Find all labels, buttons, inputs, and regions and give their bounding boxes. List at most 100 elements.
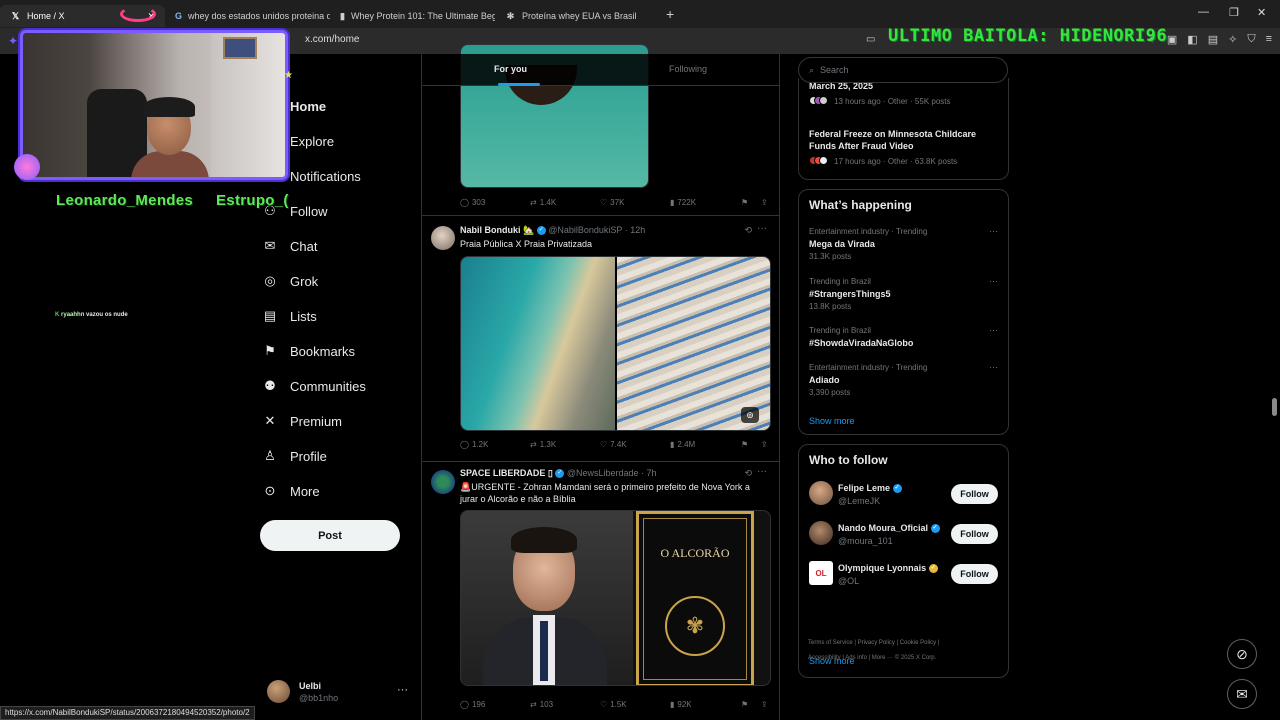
repost-icon: ⇄ (530, 198, 537, 207)
repost-button[interactable]: ⇄ 1.4K (530, 198, 556, 207)
tab-search-icon[interactable]: ▣ (1167, 33, 1177, 46)
media-grok-icon[interactable]: ⊚ (741, 407, 759, 423)
nav-item-more[interactable]: ⊙ More (262, 479, 412, 503)
share-icon: ⇪ (761, 198, 768, 207)
share-button[interactable]: ⇪ (761, 700, 768, 709)
nav-item-lists[interactable]: ▤ Lists (262, 304, 412, 328)
more-dots-icon[interactable]: ··· (989, 325, 998, 335)
nav-item-premium[interactable]: ✕ Premium (262, 409, 412, 433)
tab-for-you[interactable]: For you (494, 64, 527, 74)
tweet-header: SPACE LIBERDADE ▯ ✓ @NewsLiberdade · 7h (460, 468, 657, 479)
follow-button[interactable]: Follow (951, 564, 998, 584)
more-dots-icon[interactable]: ··· (757, 223, 767, 234)
avatar[interactable] (809, 481, 833, 505)
news-avatars (809, 96, 828, 107)
like-button[interactable]: ♡ 1.5K (600, 700, 627, 709)
minimize-icon[interactable]: — (1198, 6, 1209, 18)
nav-item-grok[interactable]: ◎ Grok (262, 269, 412, 293)
show-more-link[interactable]: Show more (809, 416, 855, 426)
account-switcher[interactable]: Uelbi @bb1nho ··· (267, 680, 412, 706)
restore-icon[interactable]: ❐ (1229, 6, 1239, 19)
views-button[interactable]: ▮ 92K (670, 700, 692, 709)
more-dots-icon[interactable]: ··· (989, 362, 998, 372)
tweet[interactable]: SPACE LIBERDADE ▯ ✓ @NewsLiberdade · 7h … (422, 462, 779, 720)
avatar[interactable] (431, 226, 455, 250)
bookmark-button[interactable]: ⚑ (741, 700, 748, 709)
views-button[interactable]: ▮ 722K (670, 198, 696, 207)
grok-icon[interactable]: ⟲ (744, 225, 752, 236)
news-title[interactable]: Federal Freeze on Minnesota Childcare Fu… (809, 128, 989, 152)
share-button[interactable]: ⇪ (761, 440, 768, 449)
tweet-author-handle[interactable]: @NabilBondukiSP (548, 225, 622, 235)
tweet-author-name[interactable]: SPACE LIBERDADE ▯ (460, 468, 553, 478)
sparkle-icon: ✦ (8, 34, 19, 48)
new-tab-plus-icon[interactable]: + (666, 6, 674, 22)
tweet-photo-grid[interactable]: ⊚ (460, 256, 771, 431)
nav-item-chat[interactable]: ✉ Chat (262, 234, 412, 258)
footer-links[interactable]: Terms of Service | Privacy Policy | Cook… (808, 640, 939, 646)
wallet-icon[interactable]: ▤ (1208, 33, 1218, 46)
tweet-author-handle[interactable]: @NewsLiberdade (567, 468, 639, 478)
repost-button[interactable]: ⇄ 103 (530, 700, 553, 709)
grok-icon[interactable]: ⟲ (744, 468, 752, 479)
share-icon: ⇪ (761, 700, 768, 709)
private-beach-photo[interactable] (617, 257, 770, 430)
more-dots-icon[interactable]: ··· (989, 276, 998, 286)
post-button[interactable]: Post (260, 520, 400, 551)
sidebar-toggle-icon[interactable]: ◧ (1187, 33, 1197, 46)
tab-title: whey dos estados unidos proteina q (188, 11, 330, 21)
like-button[interactable]: ♡ 7.4K (600, 440, 627, 449)
share-button[interactable]: ⇪ (761, 198, 768, 207)
cast-icon[interactable]: ▭ (866, 34, 875, 45)
scrollbar-thumb[interactable] (1272, 398, 1277, 416)
shield-icon[interactable]: ⛉ (1247, 33, 1255, 46)
browser-tab-google[interactable]: G whey dos estados unidos proteina q (165, 5, 330, 27)
more-dots-icon[interactable]: ··· (757, 466, 767, 477)
ol-logo-icon[interactable]: OL (809, 561, 833, 585)
window-close-icon[interactable]: ✕ (1257, 6, 1266, 19)
reply-button[interactable]: ◯ 303 (460, 198, 485, 207)
nav-item-profile[interactable]: ♙ Profile (262, 444, 412, 468)
repost-button[interactable]: ⇄ 1.3K (530, 440, 556, 449)
tab-following[interactable]: Following (669, 64, 707, 74)
browser-tab-strip: 𝕏 Home / X ✕ G whey dos estados unidos p… (0, 0, 1280, 28)
quran-cover[interactable]: O ALCORÃO ✾ (636, 511, 754, 685)
follow-button[interactable]: Follow (951, 524, 998, 544)
whats-happening-card: What’s happening Entertainment industry … (798, 189, 1009, 435)
more-dots-icon[interactable]: ··· (397, 684, 408, 696)
search-box[interactable]: ⌕ Search (798, 57, 1008, 83)
nav-item-communities[interactable]: ⚉ Communities (262, 374, 412, 398)
bookmark-button[interactable]: ⚑ (741, 198, 748, 207)
stream-overlay-name: Estrupo_( (216, 192, 289, 209)
messages-fab-icon[interactable]: ✉ (1227, 679, 1257, 709)
browser-tab-whey-101[interactable]: ▮ Whey Protein 101: The Ultimate Beg (330, 5, 495, 27)
more-dots-icon[interactable]: ··· (989, 226, 998, 236)
reply-button[interactable]: ◯ 1.2K (460, 440, 488, 449)
portrait-photo[interactable] (461, 511, 633, 685)
like-button[interactable]: ♡ 37K (600, 198, 624, 207)
ai-icon[interactable]: ✧ (1228, 33, 1237, 46)
tweet-time[interactable]: 12h (630, 225, 645, 235)
repost-icon: ⇄ (530, 700, 537, 709)
nav-item-bookmarks[interactable]: ⚑ Bookmarks (262, 339, 412, 363)
avatar[interactable] (809, 521, 833, 545)
menu-icon[interactable]: ≡ (1266, 33, 1272, 46)
footer-links[interactable]: Accessibility | Ads info | More ··· © 20… (808, 655, 936, 661)
public-beach-photo[interactable] (461, 257, 615, 430)
separator: · (641, 468, 645, 478)
grok-fab-icon[interactable]: ⊘ (1227, 639, 1257, 669)
tweet-author-name[interactable]: Nabil Bonduki 🏡 (460, 225, 534, 235)
reply-button[interactable]: ◯ 196 (460, 700, 485, 709)
views-button[interactable]: ▮ 2.4M (670, 440, 695, 449)
avatar[interactable] (431, 470, 455, 494)
google-icon: G (175, 11, 183, 21)
news-card: March 25, 2025 13 hours ago · Other · 55… (798, 78, 1009, 180)
tweet-time[interactable]: 7h (647, 468, 657, 478)
search-placeholder: Search (820, 65, 849, 75)
url-field[interactable]: x.com/home (305, 34, 359, 45)
bookmark-button[interactable]: ⚑ (741, 440, 748, 449)
tweet[interactable]: Nabil Bonduki 🏡 ✓ @NabilBondukiSP · 12h … (422, 216, 779, 462)
browser-tab-chatgpt[interactable]: ✻ Proteína whey EUA vs Brasil (495, 5, 660, 27)
follow-button[interactable]: Follow (951, 484, 998, 504)
tweet-photo[interactable]: O ALCORÃO ✾ (460, 510, 771, 686)
